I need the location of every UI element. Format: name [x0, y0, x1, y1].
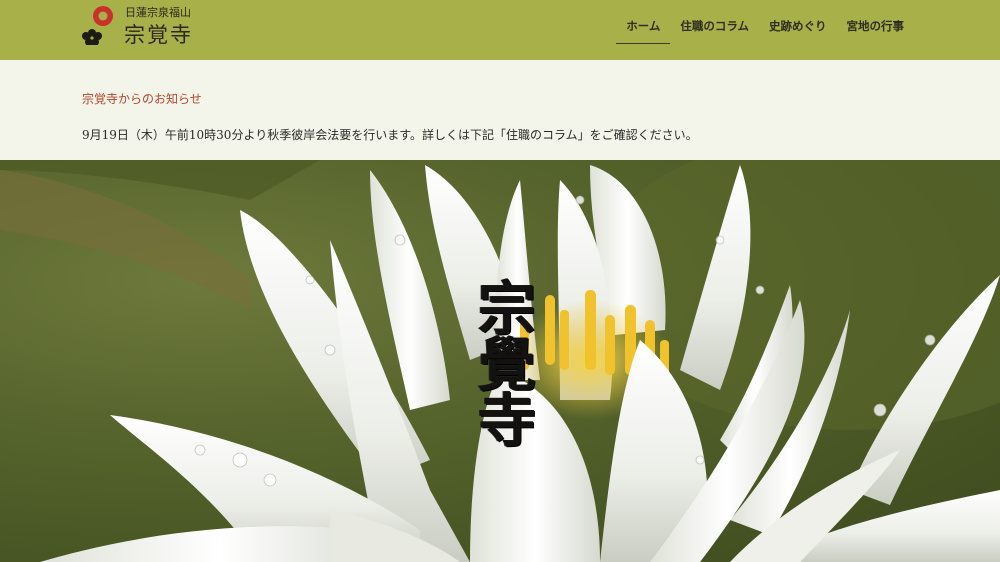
main-nav: ホーム 住職のコラム 史跡めぐり 宮地の行事 — [616, 0, 914, 60]
site-header: 日蓮宗泉福山 宗覚寺 ホーム 住職のコラム 史跡めぐり 宮地の行事 — [0, 0, 1000, 60]
hero-image: 宗覺寺 — [0, 160, 1000, 562]
notice-body: 9月19日（木）午前10時30分より秋季彼岸会法要を行います。詳しくは下記「住職… — [82, 128, 698, 142]
nav-historic-sites[interactable]: 史跡めぐり — [759, 0, 837, 60]
nav-home[interactable]: ホーム — [616, 0, 671, 60]
temple-name-calligraphy: 宗覺寺 — [468, 278, 536, 446]
nav-events[interactable]: 宮地の行事 — [837, 0, 915, 60]
site-title[interactable]: 宗覚寺 — [124, 19, 193, 49]
nav-column[interactable]: 住職のコラム — [670, 0, 759, 60]
notice-title: 宗覚寺からのお知らせ — [82, 92, 202, 106]
temple-crest-icon[interactable] — [82, 5, 116, 45]
notice-section: 宗覚寺からのお知らせ 9月19日（木）午前10時30分より秋季彼岸会法要を行いま… — [0, 60, 1000, 160]
logo-subtitle: 日蓮宗泉福山 — [125, 6, 191, 19]
